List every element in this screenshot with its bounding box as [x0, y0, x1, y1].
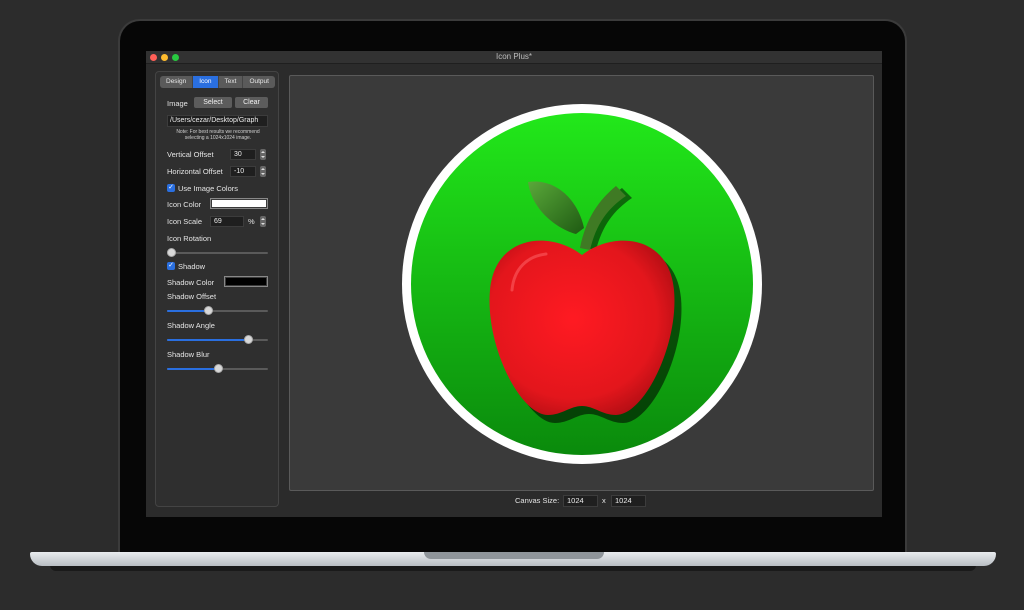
select-image-button[interactable]: Select [194, 97, 232, 108]
shadow-color-well[interactable] [224, 276, 268, 287]
use-image-colors-label: Use Image Colors [178, 184, 239, 193]
preview-canvas [289, 75, 874, 491]
shadow-blur-label: Shadow Blur [167, 350, 210, 359]
horizontal-offset-stepper[interactable] [260, 166, 266, 177]
vertical-offset-label: Vertical Offset [167, 150, 214, 159]
icon-color-well[interactable] [210, 198, 268, 209]
clear-image-button[interactable]: Clear [235, 97, 268, 108]
horizontal-offset-label: Horizontal Offset [167, 167, 223, 176]
tab-bar: Design Icon Text Output [160, 76, 275, 88]
image-path-field[interactable]: /Users/cezar/Desktop/Graph [167, 115, 268, 127]
title-bar: Icon Plus* [146, 51, 882, 64]
settings-panel: Design Icon Text Output Image Select Cle… [155, 71, 279, 507]
canvas-height-input[interactable]: 1024 [611, 495, 646, 507]
vertical-offset-stepper[interactable] [260, 149, 266, 160]
tab-text[interactable]: Text [219, 76, 244, 88]
shadow-checkbox[interactable]: ✓ [167, 262, 175, 270]
shadow-angle-slider[interactable] [167, 335, 268, 345]
shadow-blur-slider[interactable] [167, 364, 268, 374]
icon-rotation-label: Icon Rotation [167, 234, 212, 243]
icon-scale-input[interactable]: 69 [210, 216, 244, 227]
horizontal-offset-input[interactable]: -10 [230, 166, 256, 177]
canvas-size-separator: x [602, 496, 606, 505]
slider-knob[interactable] [167, 248, 176, 257]
icon-color-label: Icon Color [167, 200, 202, 209]
app-window: Icon Plus* Design Icon Text Output Image… [146, 51, 882, 517]
canvas-size-label: Canvas Size: [515, 496, 560, 505]
vertical-offset-input[interactable]: 30 [230, 149, 256, 160]
image-label: Image [167, 99, 188, 108]
canvas-width-input[interactable]: 1024 [563, 495, 598, 507]
shadow-color-label: Shadow Color [167, 278, 215, 287]
shadow-angle-label: Shadow Angle [167, 321, 215, 330]
apple-icon [402, 104, 762, 464]
tab-output[interactable]: Output [243, 76, 275, 88]
slider-knob[interactable] [214, 364, 223, 373]
apple-body [489, 240, 675, 415]
slider-knob[interactable] [244, 335, 253, 344]
shadow-label: Shadow [178, 262, 206, 271]
icon-scale-unit: % [248, 217, 255, 226]
icon-rotation-slider[interactable] [167, 248, 268, 258]
shadow-offset-slider[interactable] [167, 306, 268, 316]
icon-scale-label: Icon Scale [167, 217, 203, 226]
image-note-line-2: selecting a 1024x1024 image. [184, 135, 252, 141]
icon-scale-stepper[interactable] [260, 216, 266, 227]
slider-knob[interactable] [204, 306, 213, 315]
use-image-colors-checkbox[interactable]: ✓ [167, 184, 175, 192]
laptop-frame: Icon Plus* Design Icon Text Output Image… [0, 0, 1024, 610]
tab-icon[interactable]: Icon [193, 76, 219, 88]
laptop-notch [424, 552, 604, 559]
window-title: Icon Plus* [495, 52, 533, 61]
shadow-offset-label: Shadow Offset [167, 292, 217, 301]
tab-design[interactable]: Design [160, 76, 194, 88]
